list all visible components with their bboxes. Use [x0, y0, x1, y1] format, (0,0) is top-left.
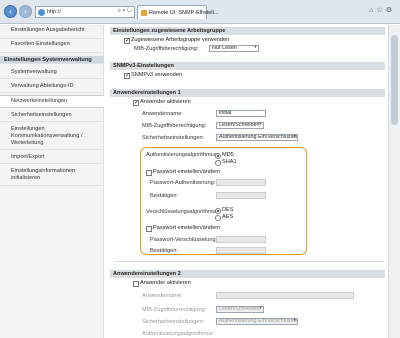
set-auth-password-label: Passwort einstellen/ändern [153, 169, 221, 175]
vertical-scrollbar[interactable] [388, 25, 400, 338]
enc-password-label: Passwort-Verschlüsselung: [150, 237, 218, 243]
enc-algo-label: Verschlüsselungsalgorithmus: [146, 209, 220, 215]
user2-mib-label: MIB-Zugriffsberechtigung: [142, 307, 207, 313]
sidebar-item-system[interactable]: Systemverwaltung [0, 67, 104, 79]
sidebar-item-security[interactable]: Sicherheitseinstellungen [0, 110, 104, 122]
browser-logo-icon [38, 9, 45, 16]
sidebar-item-report[interactable]: Einstellungen Ausgabebericht [0, 27, 104, 39]
sidebar-item-dept-id[interactable]: Verwaltung Abteilungs-ID [0, 81, 104, 93]
sidebar-item-network[interactable]: Netzwerkeinstellungen [0, 95, 104, 108]
snmpv3-checkbox-label: SNMPv3 verwenden [131, 72, 182, 78]
des-radio[interactable] [215, 208, 221, 214]
snmpv3-checkbox[interactable]: ✓ [124, 73, 130, 79]
auth-password-label: Passwort-Authentisierung: [150, 180, 216, 186]
user1-enable-label: Anwender aktivieren [140, 99, 191, 105]
set-enc-password-checkbox[interactable] [146, 226, 152, 232]
browser-toolbar: ‹ › http:// ⌕ ▾ ↻ Remote UI: SNMP-Einste… [0, 0, 400, 24]
section-workgroup: Einstellungen zugewiesene Arbeitsgruppe [110, 27, 385, 35]
auth-algo-label: Authentisierungsalgorithmus: [146, 152, 219, 158]
browser-tab[interactable]: Remote UI: SNMP-Einstell... × [137, 5, 218, 19]
sidebar: Einstellungen Ausgabebericht Favoriten-E… [0, 25, 104, 338]
back-arrow-icon[interactable]: ‹ [4, 5, 17, 18]
section-user2: Anwendereinstellungen 2 [110, 270, 385, 278]
sidebar-header-system: Einstellungen Systemverwaltung [0, 56, 104, 64]
workgroup-checkbox[interactable]: ✓ [124, 38, 130, 44]
auth-password-input[interactable] [216, 179, 266, 186]
username-input[interactable]: initial [216, 110, 266, 117]
sha1-label: SHA1 [222, 159, 237, 165]
mib-rights-select[interactable]: Lesen/Schreiben [216, 122, 264, 129]
enc-confirm-label: Bestätigen: [150, 248, 178, 254]
user2-auth-algo-label: Authentisierungsalgorithmus: [142, 331, 215, 337]
user2-enable-label: Anwender aktivieren [140, 280, 191, 286]
sha1-radio[interactable] [215, 160, 221, 166]
aes-label: AES [222, 214, 234, 220]
user2-security-label: Sicherheitseinstellungen: [142, 319, 205, 325]
tab-title: Remote UI: SNMP-Einstell... [149, 10, 219, 16]
forward-arrow-icon[interactable]: › [19, 5, 32, 18]
user2-security-select[interactable]: Authentisierung Ein/Verschlüsselung Ein [216, 318, 298, 325]
md5-radio[interactable] [215, 153, 221, 159]
set-auth-password-checkbox[interactable] [146, 170, 152, 176]
refresh-icon[interactable]: ⌕ ▾ ↻ [118, 8, 132, 15]
section-snmpv3: SNMPv3-Einstellungen [110, 62, 385, 70]
section-user1: Anwendereinstellungen 1 [110, 89, 385, 97]
address-bar[interactable]: http:// ⌕ ▾ ↻ [35, 6, 135, 18]
workgroup-checkbox-label: Zugewiesene Arbeitsgruppe verwenden [131, 37, 230, 43]
home-star-gear-icon[interactable]: ⌂☆⚙ [369, 6, 395, 14]
user2-username-input[interactable] [216, 292, 354, 299]
security-select[interactable]: Authentisierung Ein/Verschlüsselung Ein [216, 134, 298, 141]
tab-close-icon[interactable]: × [199, 9, 203, 15]
sidebar-item-communication[interactable]: Einstellungen Kommunikationsverwaltung /… [0, 124, 104, 150]
sidebar-item-init[interactable]: Einstellungsinformationen initialisieren [0, 166, 104, 186]
des-label: DES [222, 207, 234, 213]
sidebar-item-import-export[interactable]: Import/Export [0, 152, 104, 164]
username-label: Anwendername: [142, 111, 183, 117]
user1-enable-checkbox[interactable]: ✓ [133, 100, 139, 106]
sidebar-item-favorites[interactable]: Favoriten-Einstellungen [0, 41, 104, 53]
set-enc-password-label: Passwort einstellen/ändern [153, 225, 221, 231]
auth-confirm-input[interactable] [216, 192, 266, 199]
user2-mib-select[interactable]: Lesen/Schreiben [216, 306, 264, 313]
user2-username-label: Anwendername: [142, 293, 183, 299]
address-url: http:// [47, 9, 61, 15]
scrollbar-thumb[interactable] [391, 35, 398, 125]
user2-enable-checkbox[interactable] [133, 281, 139, 287]
aes-radio[interactable] [215, 215, 221, 221]
security-label: Sicherheitseinstellungen: [142, 135, 205, 141]
page-favicon-icon [141, 10, 147, 16]
md5-label: MD5 [222, 152, 234, 158]
auth-confirm-label: Bestätigen: [150, 193, 178, 199]
mib-access-select[interactable]: Nur Lesen [209, 45, 259, 52]
enc-confirm-input[interactable] [216, 247, 266, 254]
mib-access-label: MIB-Zugriffsberechtigung: [134, 46, 199, 52]
main-content: Einstellungen zugewiesene Arbeitsgruppe … [110, 25, 385, 338]
enc-password-input[interactable] [216, 236, 266, 243]
divider [114, 261, 384, 262]
mib-rights-label: MIB-Zugriffsberechtigung: [142, 123, 207, 129]
